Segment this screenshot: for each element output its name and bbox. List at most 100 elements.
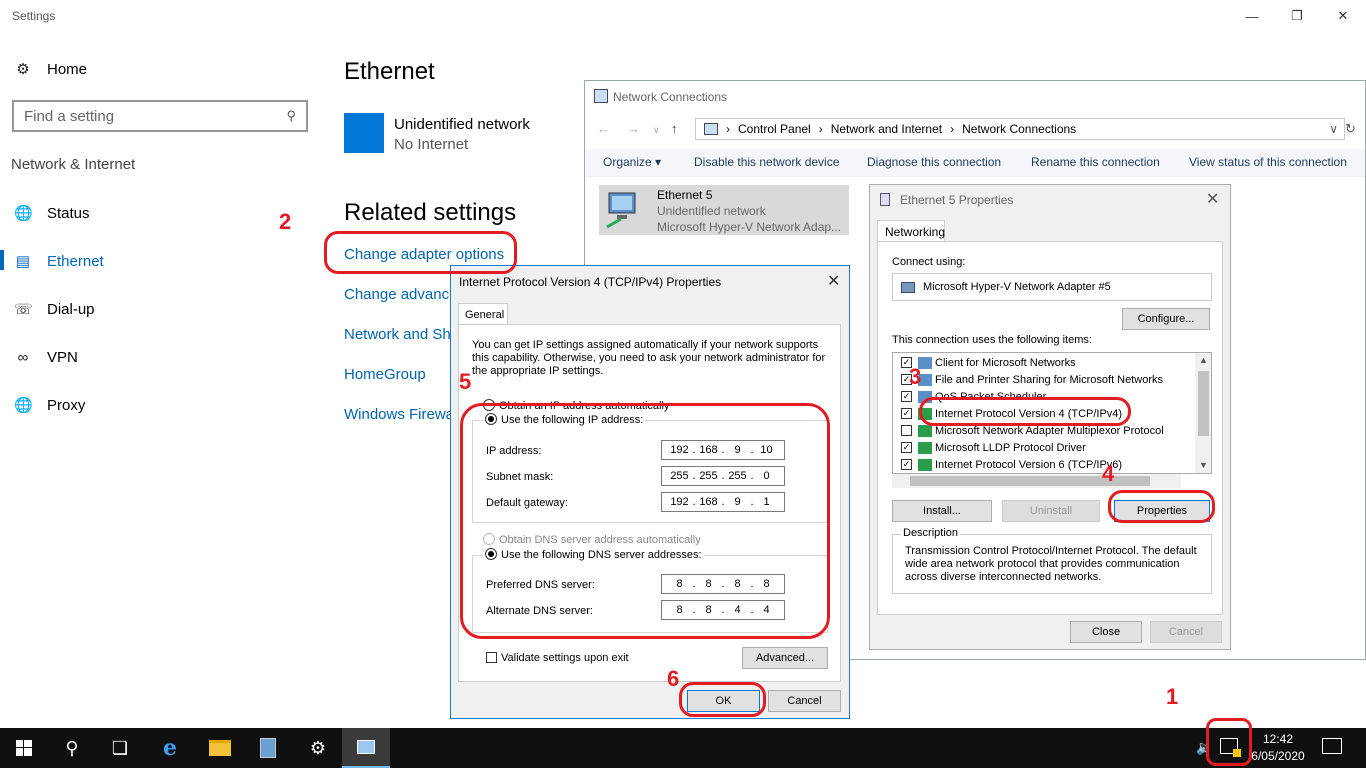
configure-button[interactable]: Configure... <box>1122 308 1210 330</box>
list-item[interactable]: ✓ Client for Microsoft Networks <box>901 354 1076 371</box>
close-icon[interactable]: ✕ <box>1206 189 1219 209</box>
scroll-thumb[interactable] <box>1198 371 1209 436</box>
minimize-button[interactable]: — <box>1229 4 1275 28</box>
refresh-icon[interactable]: ↻ <box>1345 121 1356 137</box>
nav-home[interactable]: ⚙ Home <box>14 54 87 84</box>
item-label: Internet Protocol Version 6 (TCP/IPv6) <box>935 458 1123 471</box>
forward-arrow-icon[interactable]: → <box>627 121 640 136</box>
tab-general[interactable]: General <box>458 303 508 325</box>
uninstall-button[interactable]: Uninstall <box>1002 500 1100 522</box>
address-bar[interactable]: › Control Panel › Network and Internet ›… <box>695 118 1345 140</box>
back-arrow-icon[interactable]: ← <box>597 121 610 136</box>
notification-icon[interactable] <box>1322 738 1342 754</box>
nav-item-proxy[interactable]: 🌐 Proxy <box>14 390 85 420</box>
rename-button[interactable]: Rename this connection <box>1031 155 1160 169</box>
tab-networking[interactable]: Networking <box>877 220 945 242</box>
list-item[interactable]: ✓ Microsoft LLDP Protocol Driver <box>901 439 1086 456</box>
network-tile-icon[interactable] <box>344 113 384 153</box>
protocol-icon <box>918 424 932 437</box>
networking-panel: Connect using: Microsoft Hyper-V Network… <box>877 241 1223 615</box>
search-icon[interactable]: ⚲ <box>48 728 96 768</box>
windows-firewall-link[interactable]: Windows Firewa <box>344 406 454 423</box>
adapter-item-ethernet5[interactable]: Ethernet 5 Unidentified network Microsof… <box>599 185 849 235</box>
checkbox[interactable]: ✓ <box>901 408 912 419</box>
disable-device-button[interactable]: Disable this network device <box>694 155 839 169</box>
nav-item-label: Ethernet <box>47 252 104 270</box>
checkbox[interactable] <box>486 652 497 663</box>
checkbox[interactable]: ✓ <box>901 391 912 402</box>
nav-item-ethernet[interactable]: ▤ Ethernet <box>14 246 104 276</box>
globe-icon: 🌐 <box>14 205 33 222</box>
maximize-button[interactable]: ❐ <box>1274 4 1320 28</box>
annotation-number-4: 4 <box>1102 461 1115 486</box>
task-view-icon[interactable]: ❏ <box>96 728 144 768</box>
view-status-button[interactable]: View status of this connection <box>1189 155 1347 169</box>
adapter-icon <box>901 282 915 293</box>
checkbox[interactable]: ✓ <box>901 459 912 470</box>
chevron-down-icon[interactable]: ∨ <box>1329 122 1338 136</box>
change-advanced-sharing-link[interactable]: Change advance <box>344 286 457 303</box>
taskbar-clock[interactable]: 12:42 6/05/2020 <box>1248 731 1308 765</box>
homegroup-link[interactable]: HomeGroup <box>344 366 426 383</box>
breadcrumb-control-panel[interactable]: Control Panel <box>738 122 811 136</box>
annotation-ring-6 <box>679 682 766 717</box>
validate-checkbox-row[interactable]: Validate settings upon exit <box>486 652 629 664</box>
protocol-icon <box>918 441 932 454</box>
adapter-status: Unidentified network <box>657 204 766 218</box>
protocol-icon <box>918 458 932 471</box>
network-adapter-icon <box>606 192 636 229</box>
search-icon: ⚲ <box>286 108 296 123</box>
checkbox[interactable]: ✓ <box>901 442 912 453</box>
nav-item-status[interactable]: 🌐 Status <box>14 198 90 228</box>
close-icon[interactable]: ✕ <box>827 271 840 291</box>
nav-item-vpn[interactable]: ∞ VPN <box>14 342 78 372</box>
cancel-button[interactable]: Cancel <box>1150 621 1222 643</box>
settings-gear-icon[interactable]: ⚙ <box>294 728 342 768</box>
breadcrumb-network-connections[interactable]: Network Connections <box>962 122 1076 136</box>
up-arrow-icon[interactable]: ↑ <box>671 121 678 136</box>
windows-logo-icon <box>16 740 32 756</box>
annotation-ring-2 <box>324 231 517 274</box>
vpn-icon: ∞ <box>17 348 29 366</box>
annotation-number-6: 6 <box>667 666 680 691</box>
nav-item-label: Dial-up <box>47 300 95 318</box>
breadcrumb-network-internet[interactable]: Network and Internet <box>831 122 942 136</box>
close-button[interactable]: Close <box>1070 621 1142 643</box>
scrollbar[interactable]: ▲ ▼ <box>1195 353 1211 473</box>
annotation-number-3: 3 <box>909 364 922 389</box>
related-settings-heading: Related settings <box>344 199 517 226</box>
nav-item-dialup[interactable]: ☏ Dial-up <box>14 294 95 324</box>
list-item[interactable]: ✓ Internet Protocol Version 6 (TCP/IPv6) <box>901 456 1122 473</box>
description-text: Transmission Control Protocol/Internet P… <box>905 545 1197 583</box>
recent-dropdown-icon[interactable]: ∨ <box>653 125 660 136</box>
annotation-ring-5 <box>460 403 830 639</box>
dialog-title: Internet Protocol Version 4 (TCP/IPv4) P… <box>459 275 722 289</box>
breadcrumb-sep: › <box>726 122 730 136</box>
advanced-button[interactable]: Advanced... <box>742 647 828 669</box>
diagnose-button[interactable]: Diagnose this connection <box>867 155 1001 169</box>
item-label: File and Printer Sharing for Microsoft N… <box>935 373 1164 386</box>
horizontal-scrollbar[interactable] <box>892 474 1181 488</box>
file-explorer-icon[interactable] <box>196 728 244 768</box>
annotation-ring-3 <box>919 397 1131 426</box>
cancel-button[interactable]: Cancel <box>768 690 841 712</box>
network-name[interactable]: Unidentified network <box>394 116 530 133</box>
start-button[interactable] <box>0 728 48 768</box>
scroll-up-icon[interactable]: ▲ <box>1199 355 1208 365</box>
search-placeholder: Find a setting <box>24 107 115 125</box>
install-button[interactable]: Install... <box>892 500 992 522</box>
close-button[interactable]: ✕ <box>1320 4 1366 28</box>
internet-explorer-icon[interactable]: e <box>146 728 194 768</box>
breadcrumb-sep: › <box>950 122 955 136</box>
adapter-name: Microsoft Hyper-V Network Adapter #5 <box>923 281 1111 293</box>
search-input[interactable]: Find a setting ⚲ <box>12 100 308 132</box>
organize-button[interactable]: Organize ▾ <box>603 155 661 169</box>
network-connections-taskbar-icon[interactable] <box>342 728 390 768</box>
taskbar: ⚲ ❏ e ⚙ 🔈 12:42 6/05/2020 <box>0 728 1366 768</box>
network-sharing-center-link[interactable]: Network and Sh <box>344 326 451 343</box>
server-manager-icon[interactable] <box>244 728 292 768</box>
list-item[interactable]: ✓ File and Printer Sharing for Microsoft… <box>901 371 1163 388</box>
adapter-name: Ethernet 5 <box>657 188 713 202</box>
scroll-down-icon[interactable]: ▼ <box>1199 460 1208 470</box>
checkbox[interactable] <box>901 425 912 436</box>
